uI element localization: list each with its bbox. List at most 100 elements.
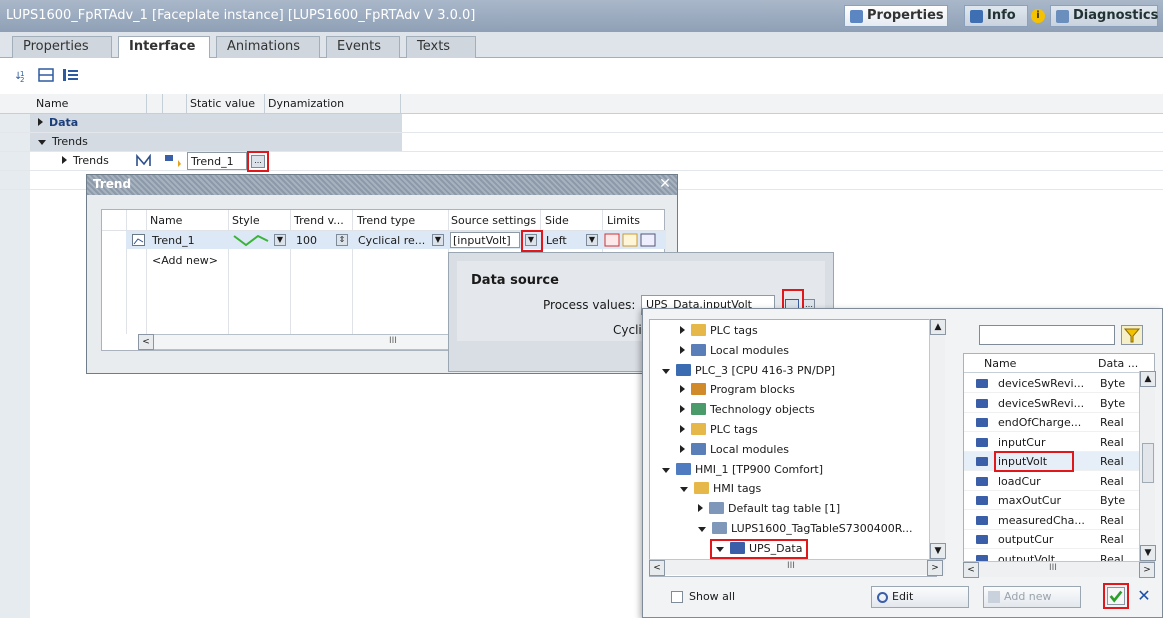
trend-dialog-title: Trend (93, 177, 132, 191)
scroll-left-icon[interactable]: < (649, 560, 665, 576)
tab-interface[interactable]: Interface (118, 36, 210, 59)
tag-icon (976, 535, 988, 544)
expand-icon[interactable] (698, 504, 703, 513)
expand-icon[interactable] (680, 405, 685, 414)
cancel-icon[interactable]: ✕ (1135, 587, 1153, 605)
info-badge-icon: i (1031, 9, 1045, 23)
table-icon (709, 502, 724, 515)
tag-list: Name Data ... deviceSwRevi... Byte deviceS… (963, 353, 1156, 577)
diagnostics-header-tab[interactable]: Diagnostics (1050, 5, 1158, 27)
scroll-left-icon[interactable]: < (963, 562, 979, 578)
tree-item[interactable]: Technology objects (680, 403, 815, 416)
collapse-icon[interactable] (662, 467, 670, 473)
trend-value-field[interactable]: Trend_1 (187, 152, 247, 170)
tag-browser: PLC tags Local modules PLC_3 [CPU 416-3 PN… (642, 308, 1163, 618)
expand-icon[interactable] (680, 444, 685, 453)
add-new-row[interactable]: <Add new> (152, 254, 218, 267)
tag-row[interactable]: outputCur Real (964, 530, 1140, 549)
expand-icon[interactable] (680, 385, 685, 394)
trend-name[interactable]: Trend_1 (152, 234, 195, 247)
close-icon[interactable]: ✕ (657, 176, 673, 192)
tag-row[interactable]: inputCur Real (964, 433, 1140, 452)
tree-item[interactable]: LUPS1600_TagTableS7300400R... (698, 522, 913, 535)
add-new-button[interactable]: Add new (983, 586, 1081, 608)
tree-item[interactable]: HMI_1 [TP900 Comfort] (662, 462, 823, 476)
expand-all-icon[interactable] (62, 67, 80, 83)
info-header-tab[interactable]: Info (964, 5, 1028, 27)
tag-row[interactable]: deviceSwRevi... Byte (964, 374, 1140, 393)
hmi-icon (676, 462, 691, 475)
expand-icon[interactable] (62, 156, 67, 164)
tab-properties[interactable]: Properties (12, 36, 112, 58)
collapse-icon[interactable] (38, 140, 46, 145)
grid-row-trends-group[interactable]: Trends (0, 133, 1163, 152)
tag-vertical-scrollbar[interactable]: ▲ ▼ (1139, 371, 1156, 561)
tree-item[interactable]: PLC_3 [CPU 416-3 PN/DP] (662, 363, 835, 377)
expand-icon[interactable] (680, 326, 685, 334)
tag-horizontal-scrollbar[interactable]: < III > (963, 561, 1155, 578)
trend-type-field[interactable]: Cyclical re... (358, 234, 425, 247)
scroll-thumb[interactable] (1142, 443, 1154, 483)
scroll-right-icon[interactable]: > (1139, 562, 1155, 578)
scroll-down-icon[interactable]: ▼ (930, 543, 946, 559)
scroll-right-icon[interactable]: > (927, 560, 943, 576)
scroll-down-icon[interactable]: ▼ (1140, 545, 1156, 561)
tab-texts[interactable]: Texts (406, 36, 476, 58)
tag-icon (976, 437, 988, 447)
properties-header-tab[interactable]: Properties (844, 5, 948, 27)
process-values-label: Process values: (543, 298, 636, 312)
grid-row-trends[interactable]: Trends Trend_1 ... (0, 151, 1163, 172)
show-all-checkbox[interactable] (671, 591, 683, 603)
grid-row-data[interactable]: Data (0, 114, 1163, 133)
col-name: Name (36, 97, 69, 110)
filter-icon[interactable] (1121, 325, 1143, 345)
tag-row[interactable]: inputVolt Real (964, 451, 1140, 472)
tree-item[interactable]: Local modules (680, 442, 789, 456)
trend-type-dropdown[interactable]: ▼ (432, 234, 444, 246)
folder-tags-icon (691, 423, 706, 435)
tree-item[interactable]: Program blocks (680, 383, 795, 396)
expand-icon[interactable] (680, 425, 685, 433)
collapse-icon[interactable] (698, 527, 706, 532)
toolbar: ↓ 1 2 (0, 58, 1163, 94)
dynamization-icon[interactable] (164, 154, 182, 168)
collapse-icon[interactable] (680, 487, 688, 493)
scroll-left-icon[interactable]: < (138, 334, 154, 350)
tag-row[interactable]: measuredCha... Real (964, 511, 1140, 530)
col-style: Style (232, 214, 260, 227)
title-bar: LUPS1600_FpRTAdv_1 [Faceplate instance] … (0, 0, 1163, 32)
side-dropdown[interactable]: ▼ (586, 234, 598, 246)
tab-animations[interactable]: Animations (216, 36, 320, 58)
tree-item[interactable]: HMI tags (680, 482, 761, 495)
source-settings-field[interactable]: [inputVolt] (453, 234, 511, 247)
tag-search-input[interactable] (979, 325, 1115, 345)
collapse-all-icon[interactable] (38, 67, 56, 83)
trend-value-field[interactable]: 100 (296, 234, 317, 247)
tag-icon (976, 457, 988, 466)
tag-row[interactable]: deviceSwRevi... Byte (964, 394, 1140, 413)
scroll-up-icon[interactable]: ▲ (930, 319, 946, 335)
side-field[interactable]: Left (546, 234, 567, 247)
tree-item[interactable]: Local modules (680, 343, 789, 357)
tree-item[interactable]: PLC tags (680, 324, 758, 337)
collapse-icon[interactable] (662, 368, 670, 374)
tag-row[interactable]: endOfCharge... Real (964, 413, 1140, 432)
tree-item[interactable]: Default tag table [1] (698, 502, 840, 515)
limits-icons[interactable] (604, 233, 662, 247)
trend-value-stepper[interactable]: ⇕ (336, 234, 348, 246)
table-icon (712, 522, 727, 534)
tab-events[interactable]: Events (326, 36, 400, 58)
info-icon (970, 10, 983, 23)
scroll-up-icon[interactable]: ▲ (1140, 371, 1156, 387)
edit-button[interactable]: Edit (871, 586, 969, 608)
expand-icon[interactable] (38, 118, 43, 126)
tree-item[interactable]: PLC tags (680, 423, 758, 436)
tag-row[interactable]: loadCur Real (964, 472, 1140, 491)
tech-icon (691, 403, 706, 416)
style-dropdown-button[interactable]: ▼ (274, 234, 286, 246)
tree-horizontal-scrollbar[interactable]: < III > (649, 559, 945, 576)
tree-vertical-scrollbar[interactable]: ▲ ▼ (929, 319, 946, 559)
expand-icon[interactable] (680, 345, 685, 354)
tag-row[interactable]: maxOutCur Byte (964, 491, 1140, 510)
sort-icon[interactable]: ↓12 (14, 67, 32, 83)
